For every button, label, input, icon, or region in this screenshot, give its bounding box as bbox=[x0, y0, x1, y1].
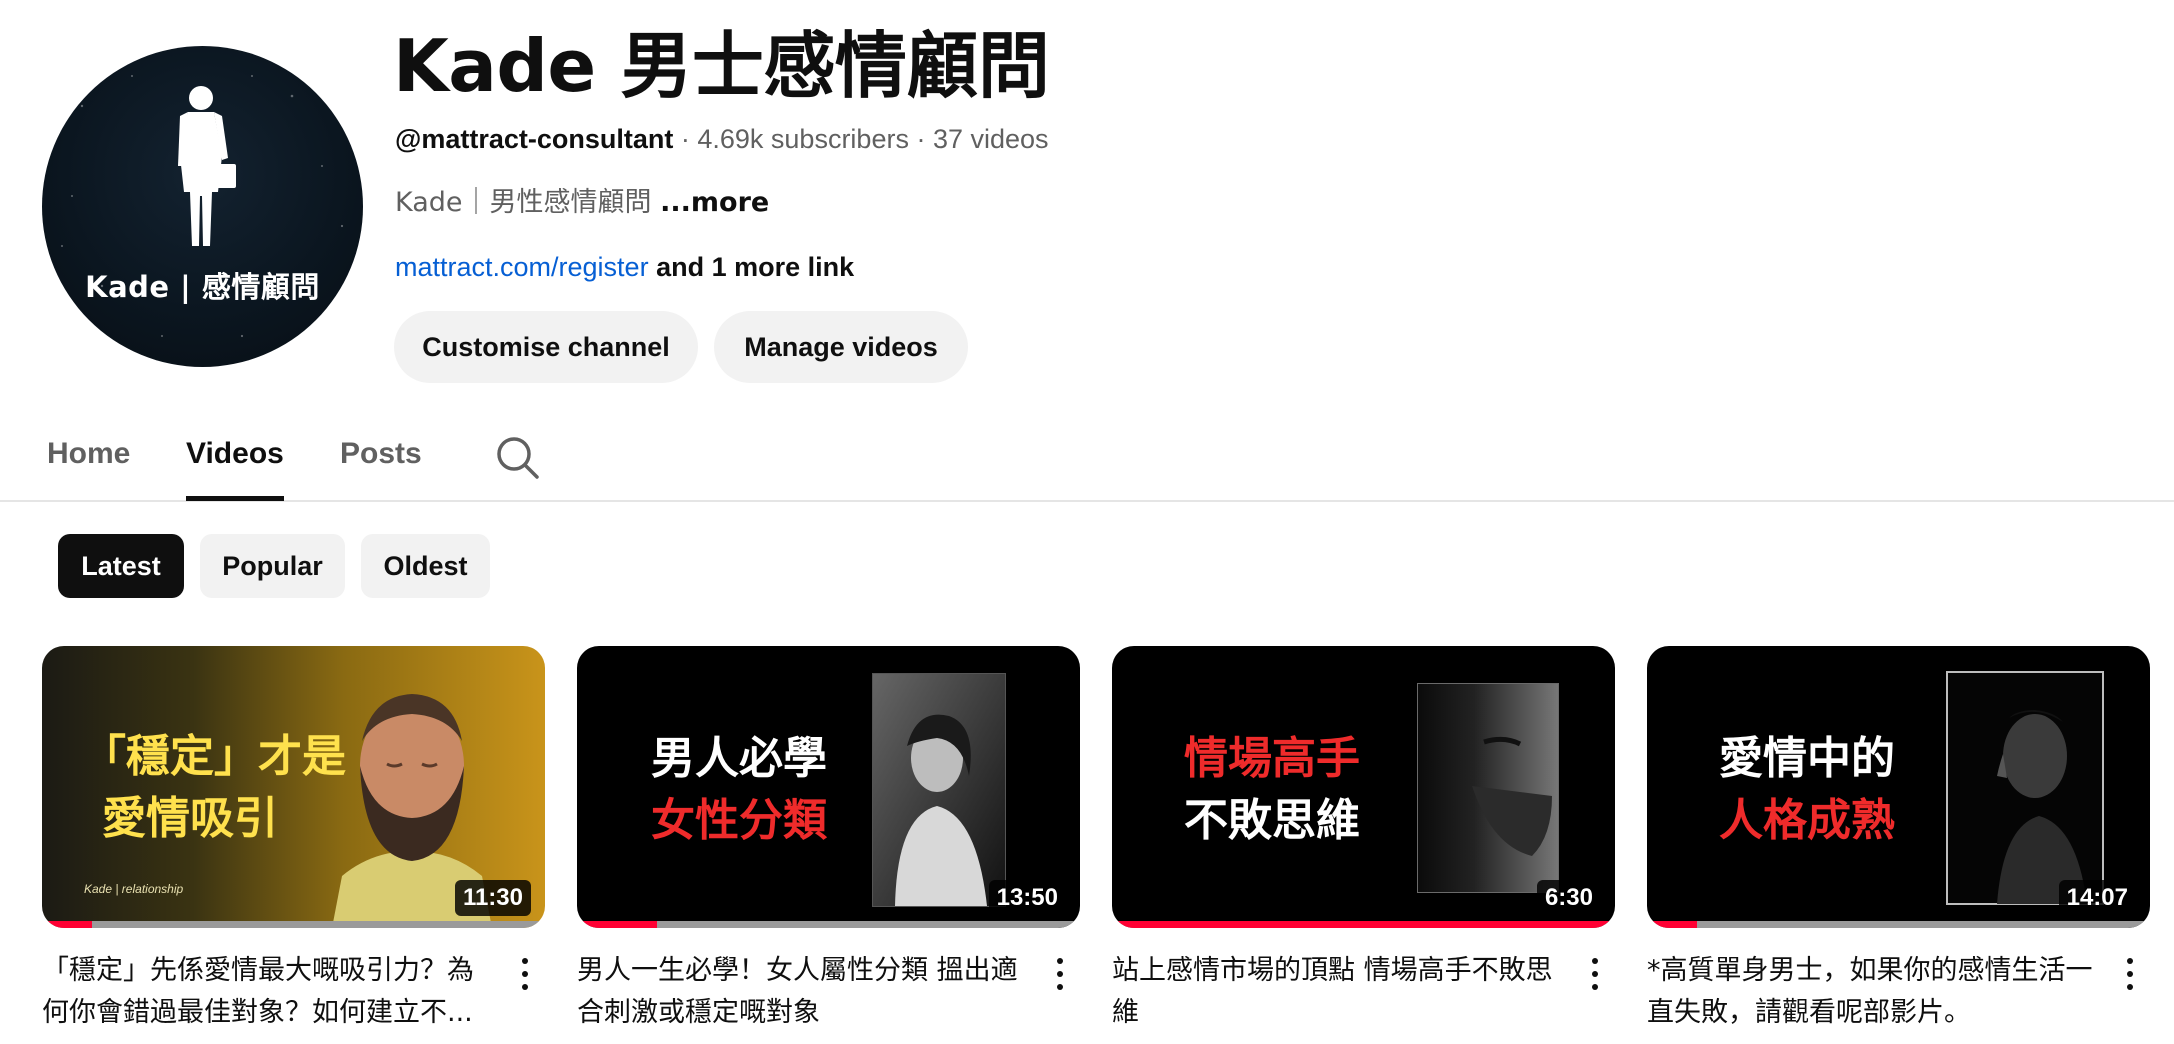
meta-separator: · bbox=[908, 124, 933, 154]
video-title[interactable]: 男人一生必學！女人屬性分類 搵出適合刺激或穩定嘅對象 bbox=[577, 950, 1080, 1034]
avatar-figure-icon bbox=[61, 75, 344, 338]
watch-progress-fill bbox=[42, 921, 93, 928]
video-duration: 13:50 bbox=[988, 880, 1066, 916]
video-title[interactable]: 「穩定」先係愛情最大嘅吸引力？為何你會錯過最佳對象？如何建立不... bbox=[42, 950, 545, 1034]
description-text: Kade｜男性感情顧問 bbox=[395, 187, 661, 218]
thumbnail-watermark: Kade | relationship bbox=[84, 882, 184, 896]
subscriber-count: 4.69k subscribers bbox=[697, 124, 909, 154]
channel-title: Kade 男士感情顧問 bbox=[393, 24, 1050, 108]
thumbnail-text-line1: 「穩定」才是 bbox=[82, 731, 346, 782]
video-count: 37 videos bbox=[932, 124, 1049, 154]
video-duration: 14:07 bbox=[2058, 880, 2136, 916]
tab-home[interactable]: Home bbox=[47, 434, 130, 474]
video-thumbnail[interactable]: 情場高手 不敗思維 6:30 bbox=[1112, 646, 1615, 928]
thumbnail-text-line1: 男人必學 bbox=[651, 733, 827, 784]
watch-progress-fill bbox=[577, 921, 658, 928]
watch-progress bbox=[1112, 921, 1615, 928]
video-card[interactable]: 愛情中的 人格成熟 14:07 *高質單身男士，如果你的感情生活一直失敗，請觀看… bbox=[1647, 646, 2150, 1034]
tab-videos[interactable]: Videos bbox=[186, 434, 284, 474]
filter-latest[interactable]: Latest bbox=[58, 534, 184, 598]
search-icon[interactable] bbox=[494, 434, 542, 482]
thumbnail-text-line1: 愛情中的 bbox=[1719, 733, 1895, 784]
video-thumbnail[interactable]: 男人必學 女性分類 13:50 bbox=[577, 646, 1080, 928]
video-title-text: 站上感情市場的頂點 情場高手不敗思維 bbox=[1112, 955, 1553, 1028]
video-thumbnail[interactable]: 愛情中的 人格成熟 14:07 bbox=[1647, 646, 2150, 928]
video-card[interactable]: 「穩定」才是 愛情吸引 Kade | relationship 11:30 「穩… bbox=[42, 646, 545, 1034]
watch-progress bbox=[42, 921, 545, 928]
video-title-text: 「穩定」先係愛情最大嘅吸引力？為何你會錯過最佳對象？如何建立不... bbox=[42, 955, 474, 1028]
video-duration: 11:30 bbox=[454, 880, 531, 916]
channel-link[interactable]: mattract.com/register bbox=[395, 252, 649, 282]
channel-links: mattract.com/register and 1 more link bbox=[395, 250, 854, 284]
tab-posts[interactable]: Posts bbox=[340, 434, 422, 474]
more-links-button[interactable]: and 1 more link bbox=[649, 252, 854, 282]
meta-separator: · bbox=[673, 124, 698, 154]
thumbnail-text-line2: 不敗思維 bbox=[1184, 795, 1360, 846]
more-options-icon[interactable] bbox=[1046, 954, 1074, 994]
video-thumbnail[interactable]: 「穩定」才是 愛情吸引 Kade | relationship 11:30 bbox=[42, 646, 545, 928]
channel-avatar[interactable]: Kade | 感情顧問 bbox=[42, 46, 363, 367]
watch-progress bbox=[1647, 921, 2150, 928]
more-options-icon[interactable] bbox=[2116, 954, 2144, 994]
watch-progress bbox=[577, 921, 1080, 928]
filter-oldest[interactable]: Oldest bbox=[361, 534, 490, 598]
watch-progress-fill bbox=[1647, 921, 1698, 928]
video-card[interactable]: 情場高手 不敗思維 6:30 站上感情市場的頂點 情場高手不敗思維 bbox=[1112, 646, 1615, 1034]
active-tab-indicator bbox=[186, 496, 284, 501]
description-more-link[interactable]: ...more bbox=[660, 187, 769, 218]
manage-videos-button[interactable]: Manage videos bbox=[714, 311, 968, 383]
video-title-text: 男人一生必學！女人屬性分類 搵出適合刺激或穩定嘅對象 bbox=[577, 955, 1018, 1028]
more-options-icon[interactable] bbox=[511, 954, 539, 994]
channel-description[interactable]: Kade｜男性感情顧問 ...more bbox=[395, 186, 769, 220]
thumbnail-text-line2: 愛情吸引 bbox=[102, 793, 278, 844]
customise-channel-button[interactable]: Customise channel bbox=[394, 311, 698, 383]
avatar-label: Kade | 感情顧問 bbox=[85, 270, 320, 304]
video-duration: 6:30 bbox=[1536, 880, 1601, 916]
video-title[interactable]: *高質單身男士，如果你的感情生活一直失敗，請觀看呢部影片。 bbox=[1647, 950, 2150, 1034]
more-options-icon[interactable] bbox=[1581, 954, 1609, 994]
video-title-text: *高質單身男士，如果你的感情生活一直失敗，請觀看呢部影片。 bbox=[1647, 955, 2093, 1028]
thumbnail-text-line2: 女性分類 bbox=[651, 795, 827, 846]
channel-tabs: Home Videos Posts bbox=[0, 420, 2174, 502]
thumbnail-text-line1: 情場高手 bbox=[1184, 733, 1360, 784]
channel-meta: @mattract-consultant · 4.69k subscribers… bbox=[395, 122, 1049, 156]
filter-popular[interactable]: Popular bbox=[200, 534, 345, 598]
thumbnail-text-line2: 人格成熟 bbox=[1719, 795, 1895, 846]
watch-progress-fill bbox=[1112, 921, 1615, 928]
video-title[interactable]: 站上感情市場的頂點 情場高手不敗思維 bbox=[1112, 950, 1615, 1034]
channel-handle[interactable]: @mattract-consultant bbox=[395, 124, 673, 154]
video-card[interactable]: 男人必學 女性分類 13:50 男人一生必學！女人屬性分類 搵出適合刺激或穩定嘅… bbox=[577, 646, 1080, 1034]
